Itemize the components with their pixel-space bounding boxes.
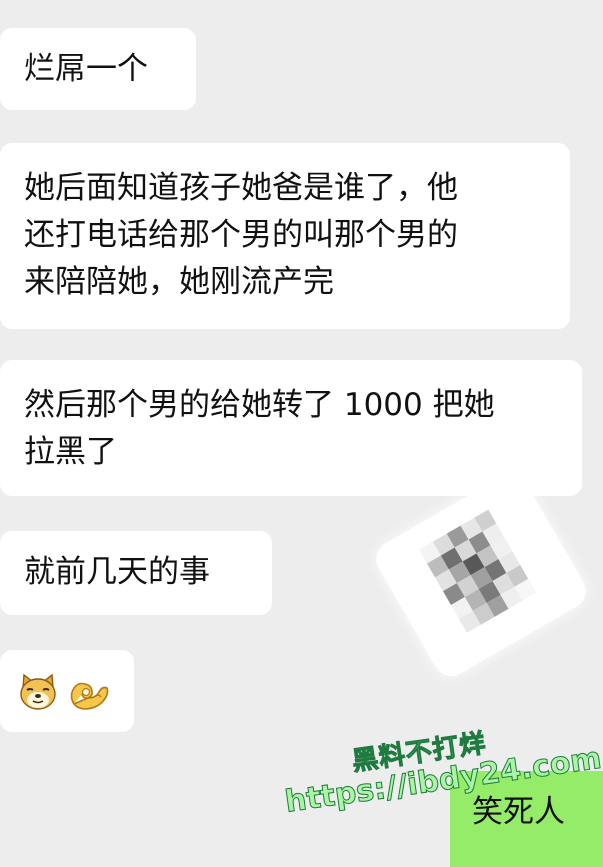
message-text: 拉黑了 xyxy=(24,434,117,470)
chat-area: 烂屌一个 她后面知道孩子她爸是谁了，他 还打电话给那个男的叫那个男的 来陪陪她，… xyxy=(0,0,603,867)
message-text: 就前几天的事 xyxy=(24,554,210,590)
message-bubble[interactable]: 烂屌一个 xyxy=(0,28,196,110)
message-text: 来陪陪她，她刚流产完 xyxy=(24,264,334,300)
ok-hand-emoji xyxy=(70,682,109,710)
pixelated-censored-image[interactable] xyxy=(369,467,593,683)
watermark-title: 黑料不打烊 xyxy=(350,728,489,778)
message-text: 她后面知道孩子她爸是谁了，他 xyxy=(24,170,458,206)
message-text: 烂屌一个 xyxy=(24,51,148,87)
message-bubble-outgoing[interactable]: 笑死人 xyxy=(450,771,603,867)
message-bubble[interactable]: 就前几天的事 xyxy=(0,531,272,615)
dog-face-emoji xyxy=(20,673,56,710)
message-bubble[interactable]: 她后面知道孩子她爸是谁了，他 还打电话给那个男的叫那个男的 来陪陪她，她刚流产完 xyxy=(0,143,570,329)
message-text: 笑死人 xyxy=(472,794,565,830)
message-text: 然后那个男的给她转了 1000 把她 xyxy=(24,387,495,423)
message-bubble[interactable]: 然后那个男的给她转了 1000 把她 拉黑了 xyxy=(0,360,582,496)
message-text: 还打电话给那个男的叫那个男的 xyxy=(24,217,458,253)
